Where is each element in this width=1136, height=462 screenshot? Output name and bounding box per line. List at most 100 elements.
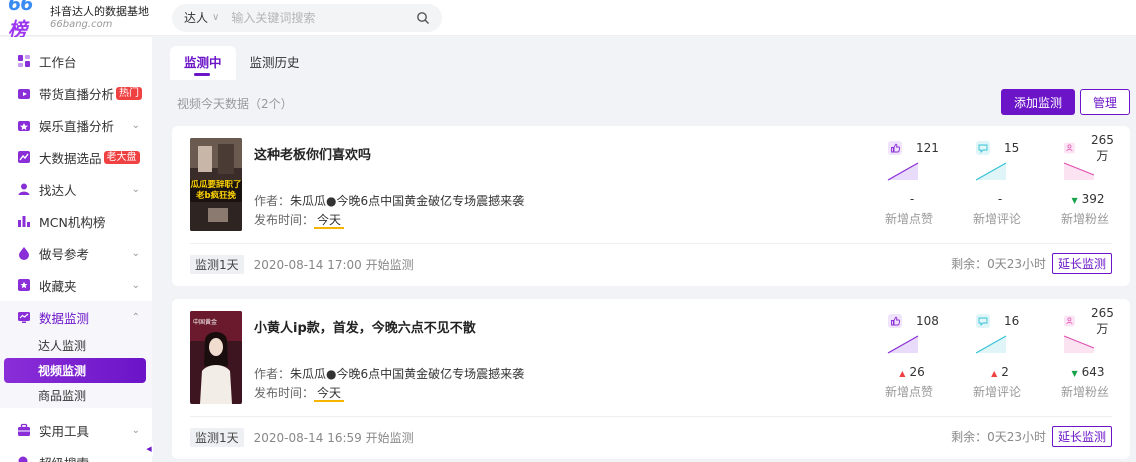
search-icon[interactable] [416,11,430,25]
video-publish-time: 发布时间： 今天 [254,384,345,402]
trend-up-icon: ▲ [991,369,998,378]
video-author: 作者：朱瓜瓜●今晚6点中国黄金破亿专场震撼来袭 [254,367,525,381]
chevron-down-icon[interactable]: ∨ [212,12,219,23]
card-footer-right: 剩余：0天23小时 延长监测 [951,426,1112,447]
chevron-down-icon: ⌄ [131,119,140,131]
likes-count: 121 [916,141,939,155]
tab-monitoring[interactable]: 监测中 [170,46,236,80]
video-card: 瓜瓜要辞职了 老b疯狂挽 这种老板你们喜欢吗 作者：朱瓜瓜●今晚6点中国黄金破亿… [172,126,1130,286]
sidebar: 工作台 带货直播分析 热门 娱乐直播分析 ⌄ 大数据选品 老大盘 找达人 ⌄ M… [0,37,152,462]
sidebar-item-bigdata[interactable]: 大数据选品 老大盘 [0,141,152,173]
fans-trend-chart [1063,335,1095,353]
sidebar-item-find-influencer[interactable]: 找达人 ⌄ [0,173,152,205]
sidebar-item-label: MCN机构榜 [39,214,106,230]
sidebar-subitem-influencer-monitor[interactable]: 达人监测 [0,333,152,358]
extend-monitor-button[interactable]: 延长监测 [1051,253,1112,274]
likes-label: 新增点赞 [884,385,933,399]
thumbnail-caption: 中国黄金 [193,319,218,326]
video-title[interactable]: 小黄人ip款，首发，今晚六点不见不散 [254,317,476,336]
top-bar: 66榜 抖音达人的数据基地 66bang.com 达人 ∨ [0,0,1136,41]
sidebar-item-label: 超级搜索 [39,453,89,462]
card-divider [190,243,1112,244]
thumbs-up-icon [888,314,902,328]
sidebar-item-live-commerce[interactable]: 带货直播分析 热门 [0,77,152,109]
likes-label: 新增点赞 [884,212,933,226]
author-name[interactable]: 朱瓜瓜●今晚6点中国黄金破亿专场震撼来袭 [290,367,524,381]
extend-monitor-button[interactable]: 延长监测 [1051,426,1112,447]
remaining-time: 剩余：0天23小时 [951,257,1046,271]
metric-fans: 265万 ▼ 392 新增粉丝 [1060,133,1116,227]
fans-delta: ▼ 643 [1071,365,1105,379]
trend-up-icon: ▲ [899,369,906,378]
sidebar-item-tools[interactable]: 实用工具 ⌄ [0,414,152,446]
logo[interactable]: 66榜 抖音达人的数据基地 66bang.com [0,0,170,41]
sidebar-item-workbench[interactable]: 工作台 [0,45,152,77]
likes-trend-chart [887,162,919,181]
video-author: 作者：朱瓜瓜●今晚6点中国黄金破亿专场震撼来袭 [254,194,525,208]
old-badge: 老大盘 [103,150,140,164]
user-icon [18,183,30,195]
likes-trend-chart [887,335,919,354]
sidebar-item-favorites[interactable]: 收藏夹 ⌄ [0,269,152,301]
super-search-icon [18,456,28,462]
bigdata-icon [18,151,30,163]
chevron-down-icon: ⌄ [131,183,140,195]
search-input[interactable] [231,10,416,25]
sidebar-item-label: 数据监测 [39,310,90,326]
video-thumbnail[interactable]: 瓜瓜要辞职了 老b疯狂挽 [190,138,242,231]
dashboard-icon [18,55,30,67]
card-divider [190,416,1112,417]
video-thumbnail[interactable]: 中国黄金 [190,311,242,404]
metric-likes: 121 - 新增点赞 [884,140,940,227]
hot-badge: 热门 [116,86,143,100]
likes-delta: - [909,192,915,206]
metric-fans: 265万 ▼ 643 新增粉丝 [1060,306,1116,400]
sidebar-item-label: 大数据选品 [39,150,102,166]
logo-tagline: 抖音达人的数据基地 [50,4,149,18]
sidebar-item-label: 实用工具 [39,423,90,439]
mcn-icon [18,216,30,227]
likes-delta: ▲ 26 [899,365,925,379]
monitor-start-time: 2020-08-14 17:00 开始监测 [253,258,414,272]
card-footer-right: 剩余：0天23小时 延长监测 [951,253,1112,274]
comments-count: 16 [1004,314,1020,328]
publish-time-value: 今天 [314,213,345,229]
tab-history[interactable]: 监测历史 [236,46,314,80]
fans-count: 265万 [1090,132,1114,163]
metric-comments: 15 - 新增评论 [972,140,1028,227]
fans-count: 265万 [1090,305,1114,336]
comments-label: 新增评论 [972,385,1021,399]
comments-trend-chart [975,162,1007,181]
sidebar-subitem-product-monitor[interactable]: 商品监测 [0,383,152,408]
manage-button[interactable]: 管理 [1080,89,1130,115]
search-type-select[interactable]: 达人 [184,9,208,26]
sidebar-item-mcn[interactable]: MCN机构榜 [0,205,152,237]
card-footer-left: 监测1天 2020-08-14 17:00 开始监测 [190,255,414,274]
trend-down-icon: ▼ [1071,369,1078,378]
logo-mark: 66榜 [8,0,33,41]
sidebar-item-label: 收藏夹 [39,278,77,294]
fans-delta: ▼ 392 [1071,192,1105,206]
sidebar-item-label: 找达人 [39,182,77,198]
comments-delta: - [997,192,1003,206]
video-card: 中国黄金 小黄人ip款，首发，今晚六点不见不散 作者：朱瓜瓜●今晚6点中国黄金破… [172,299,1130,459]
comments-label: 新增评论 [972,212,1021,226]
main-content: 监测中 监测历史 视频今天数据（2个） 添加监测 管理 瓜瓜要辞职了 老b疯狂挽… [170,46,1132,459]
chevron-down-icon: ⌄ [131,247,140,259]
add-monitor-button[interactable]: 添加监测 [1001,89,1075,115]
sidebar-collapse-icon[interactable]: ◀ [145,442,153,456]
sidebar-item-reference[interactable]: 做号参考 ⌄ [0,237,152,269]
sidebar-item-super-search[interactable]: 超级搜索 [0,446,152,462]
comments-delta: ▲ 2 [991,365,1009,379]
sidebar-subitem-video-monitor[interactable]: 视频监测 [4,358,146,383]
remaining-time: 剩余：0天23小时 [951,430,1046,444]
chevron-down-icon: ⌄ [131,424,140,436]
author-name[interactable]: 朱瓜瓜●今晚6点中国黄金破亿专场震撼来袭 [290,194,524,208]
tab-bar: 监测中 监测历史 [170,46,1132,80]
monitor-icon [18,312,30,323]
metric-comments: 16 ▲ 2 新增评论 [972,313,1028,400]
sidebar-item-entertainment-live[interactable]: 娱乐直播分析 ⌄ [0,109,152,141]
video-title[interactable]: 这种老板你们喜欢吗 [254,144,371,163]
sidebar-item-monitor[interactable]: 数据监测 ⌃ [0,301,152,333]
comments-trend-chart [975,335,1007,354]
